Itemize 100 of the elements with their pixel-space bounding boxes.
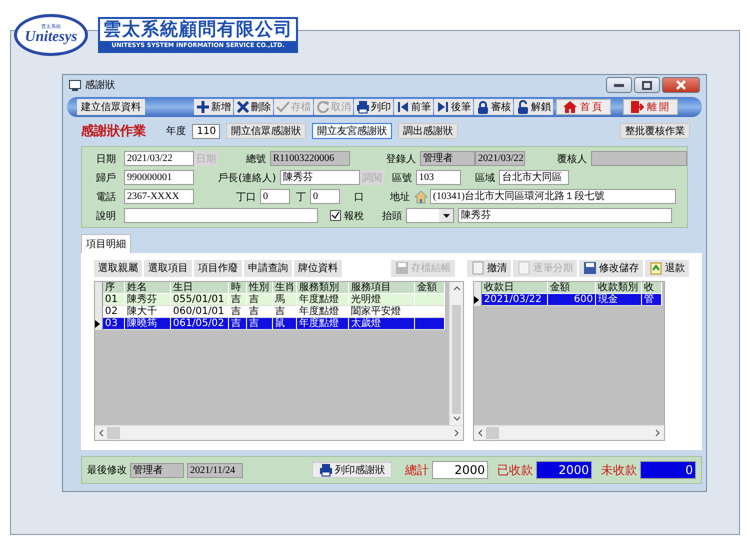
scroll-up-icon[interactable] — [452, 285, 460, 291]
total-field[interactable]: 2000 — [432, 461, 488, 479]
input-field[interactable]: 管理者 — [420, 151, 475, 166]
input-field[interactable]: (10341)台北市大同區環河北路１段七號 — [430, 189, 676, 204]
exit-icon — [630, 100, 644, 114]
tab[interactable]: 項目明細 — [81, 234, 131, 253]
page-icon — [471, 261, 485, 275]
floppy-icon — [395, 261, 409, 275]
column-header[interactable]: 生肖 — [273, 282, 297, 294]
column-header[interactable]: 服務項目 — [349, 282, 415, 294]
input-field[interactable]: 台北市大同區 — [499, 170, 569, 185]
row-header[interactable] — [474, 294, 482, 306]
page-icon — [517, 261, 531, 275]
row-pointer-icon — [474, 296, 479, 304]
input-field[interactable]: 0 — [260, 189, 290, 204]
scroll-right-icon[interactable] — [655, 429, 661, 437]
cross-icon — [236, 100, 250, 114]
close-button[interactable] — [662, 77, 700, 93]
detail-button[interactable]: 申請查詢 — [244, 260, 292, 276]
column-header[interactable]: 收款類別 — [596, 282, 642, 294]
house-icon[interactable] — [414, 190, 428, 204]
table-cell: 吉 — [247, 306, 273, 318]
refund-icon — [649, 261, 663, 275]
scroll-thumb[interactable] — [452, 305, 461, 414]
field-label: 區域 — [474, 172, 496, 184]
table-cell: 管 — [642, 294, 662, 306]
detail-button[interactable]: 項目作廢 — [194, 260, 242, 276]
column-header[interactable]: 生日 — [171, 282, 229, 294]
column-header[interactable]: 服務類別 — [297, 282, 349, 294]
table-cell: 2021/03/22 — [482, 294, 548, 306]
vertical-scrollbar[interactable] — [449, 282, 463, 425]
nav-button[interactable]: 首頁 — [556, 99, 611, 115]
input-field[interactable]: 0 — [310, 189, 340, 204]
checkbox[interactable] — [330, 210, 341, 221]
table-cell: 吉 — [229, 318, 247, 330]
table-cell: 吉 — [229, 306, 247, 318]
table-cell: 吉 — [273, 306, 297, 318]
minimize-icon — [614, 84, 624, 86]
detail-button[interactable]: 選取親屬 — [94, 260, 142, 276]
horizontal-scrollbar[interactable] — [474, 425, 664, 440]
table-cell: 馬 — [273, 294, 297, 306]
input-field[interactable] — [124, 208, 318, 223]
scroll-right-icon[interactable] — [454, 429, 460, 437]
payment-button[interactable]: 修改儲存 — [579, 260, 643, 276]
payment-button[interactable]: 撤清 — [467, 260, 511, 276]
check-icon — [276, 100, 290, 114]
toolbar-button[interactable]: 刪除 — [234, 99, 273, 115]
scroll-left-icon[interactable] — [477, 429, 483, 437]
table-cell: 03 — [103, 318, 125, 330]
table-cell: 陳曉筠 — [125, 318, 171, 330]
action-button[interactable]: 開立信眾感謝狀 — [226, 123, 306, 139]
input-field[interactable]: 陳秀芬 — [280, 170, 360, 185]
payment-button[interactable]: 退款 — [645, 260, 689, 276]
table-cell: 陳秀芬 — [125, 294, 171, 306]
column-header[interactable]: 時 — [229, 282, 247, 294]
input-field[interactable]: 2367-XXXX — [124, 189, 194, 204]
column-header[interactable]: 性別 — [247, 282, 273, 294]
column-header[interactable]: 金額 — [548, 282, 596, 294]
scroll-thumb[interactable] — [486, 427, 499, 439]
action-button[interactable]: 開立友宮感謝狀 — [312, 123, 392, 139]
scroll-thumb[interactable] — [107, 427, 120, 439]
input-field[interactable]: 2021/11/24 — [187, 462, 243, 478]
input-field[interactable]: 2021/03/22 — [475, 151, 525, 166]
toolbar-button[interactable]: 審核 — [474, 99, 513, 115]
toolbar-button[interactable]: 解鎖 — [514, 99, 553, 115]
scroll-left-icon[interactable] — [98, 429, 104, 437]
year-field[interactable]: 110 — [192, 124, 220, 138]
column-header[interactable]: 收款日 — [482, 282, 548, 294]
dropdown[interactable] — [406, 208, 454, 223]
input-field[interactable]: 陳秀芬 — [458, 208, 672, 223]
toolbar-button[interactable]: 前筆 — [394, 99, 433, 115]
scroll-down-icon[interactable] — [452, 416, 460, 422]
action-button[interactable]: 調出感謝狀 — [398, 123, 458, 139]
input-field[interactable]: 管理者 — [130, 462, 184, 478]
horizontal-scrollbar[interactable] — [95, 425, 463, 440]
print-button[interactable]: 列印感謝狀 — [312, 462, 392, 478]
input-field[interactable]: R11003220006 — [270, 151, 350, 166]
page-title: 感謝狀作業 — [81, 122, 146, 140]
toolbar-button[interactable]: 列印 — [354, 99, 393, 115]
input-field[interactable]: 2021/03/22 — [124, 151, 194, 166]
create-member-button[interactable]: 建立信眾資料 — [77, 99, 145, 115]
input-field[interactable]: 990000001 — [124, 170, 194, 185]
column-header[interactable]: 金額 — [415, 282, 445, 294]
table-row[interactable]: 2021/03/22 600 現金 管 — [474, 294, 664, 306]
detail-button[interactable]: 牌位資料 — [294, 260, 342, 276]
toolbar-button[interactable]: 新增 — [194, 99, 233, 115]
input-field[interactable] — [591, 151, 687, 166]
total-label: 已收款 — [497, 462, 533, 478]
column-header[interactable]: 收 — [642, 282, 662, 294]
printer-icon — [356, 100, 370, 114]
row-header[interactable] — [95, 318, 103, 330]
detail-button[interactable]: 選取項目 — [144, 260, 192, 276]
input-field[interactable]: 103 — [416, 170, 461, 185]
maximize-button[interactable] — [634, 77, 660, 93]
column-header[interactable]: 姓名 — [125, 282, 171, 294]
nav-button[interactable]: 離開 — [623, 99, 678, 115]
batch-review-button[interactable]: 整批覆核作業 — [620, 123, 690, 139]
checkbox-label: 報稅 — [344, 210, 364, 222]
toolbar-button[interactable]: 後筆 — [434, 99, 473, 115]
minimize-button[interactable] — [606, 77, 632, 93]
